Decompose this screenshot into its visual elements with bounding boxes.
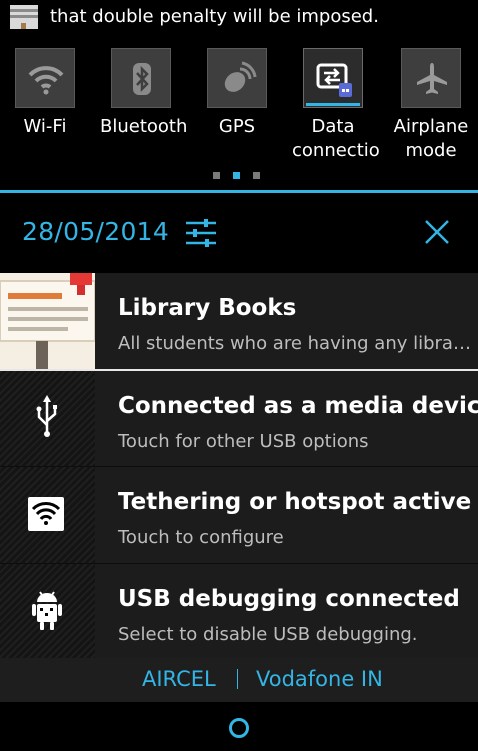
data-connection-label: Data connectio [292, 116, 380, 161]
date-label[interactable]: 28/05/2014 [22, 217, 169, 246]
quick-settings-panel: Wi-Fi Bluetooth GPS Data connectio Airpl… [0, 34, 478, 190]
airplane-label: Airplane mode [393, 116, 469, 161]
notification-usb-media[interactable]: Connected as a media device Touch for ot… [0, 371, 478, 467]
notification-icon-cell [0, 467, 95, 563]
notification-library-books[interactable]: Library Books All students who are havin… [0, 273, 478, 369]
hotspot-icon [28, 497, 64, 531]
gps-toggle[interactable] [207, 48, 267, 108]
notification-subtitle: Select to disable USB debugging. [118, 624, 418, 645]
pager-dot-active [233, 172, 240, 179]
shade-handle[interactable] [0, 702, 478, 751]
notification-ticker: that double penalty will be imposed. [0, 0, 478, 34]
bluetooth-toggle[interactable] [111, 48, 171, 108]
pager-dot [213, 172, 220, 179]
notification-subtitle: All students who are having any libra… [118, 333, 471, 354]
carrier-label-aircel: AIRCEL [142, 667, 216, 691]
handle-circle-icon[interactable] [229, 718, 249, 738]
sliders-icon [186, 219, 216, 247]
library-notice-icon [0, 273, 95, 369]
quick-setting-bluetooth[interactable]: Bluetooth [100, 48, 188, 139]
notification-subtitle: Touch for other USB options [118, 431, 369, 452]
shade-header: 28/05/2014 [0, 193, 478, 273]
quick-setting-wifi[interactable]: Wi-Fi [4, 48, 86, 139]
gps-icon [224, 61, 257, 92]
carrier-divider [237, 669, 238, 689]
notification-subtitle: Touch to configure [118, 527, 284, 548]
data-connection-toggle[interactable] [303, 48, 363, 108]
notification-icon-cell [0, 371, 95, 467]
airplane-icon [417, 63, 447, 94]
quick-setting-airplane[interactable]: Airplane mode [390, 48, 472, 163]
usb-icon [36, 395, 57, 437]
quick-setting-gps[interactable]: GPS [196, 48, 278, 139]
carrier-label-vodafone: Vodafone IN [256, 667, 383, 691]
library-notice-icon [10, 5, 38, 29]
notification-title: USB debugging connected [118, 586, 460, 612]
android-debug-icon [32, 591, 62, 630]
clear-all-button[interactable] [422, 217, 452, 247]
bluetooth-icon [133, 63, 151, 95]
wifi-label: Wi-Fi [23, 116, 67, 137]
notification-title: Library Books [118, 295, 297, 321]
carrier-bar: AIRCEL Vodafone IN [0, 658, 478, 702]
notification-tethering[interactable]: Tethering or hotspot active Touch to con… [0, 467, 478, 563]
notification-title: Connected as a media device [118, 393, 478, 419]
close-icon [425, 220, 449, 244]
notification-icon-cell [0, 564, 95, 658]
settings-button[interactable] [184, 217, 218, 249]
notification-title: Tethering or hotspot active [118, 489, 472, 515]
gps-label: GPS [218, 116, 256, 137]
notification-usb-debugging[interactable]: USB debugging connected Select to disabl… [0, 564, 478, 658]
quick-setting-data-connection[interactable]: Data connectio [292, 48, 380, 163]
ticker-text: that double penalty will be imposed. [50, 6, 379, 27]
airplane-toggle[interactable] [401, 48, 461, 108]
bluetooth-label: Bluetooth [100, 116, 188, 137]
wifi-icon [28, 66, 64, 95]
wifi-toggle[interactable] [15, 48, 75, 108]
data-connection-icon [316, 63, 352, 97]
pager-dot [253, 172, 260, 179]
